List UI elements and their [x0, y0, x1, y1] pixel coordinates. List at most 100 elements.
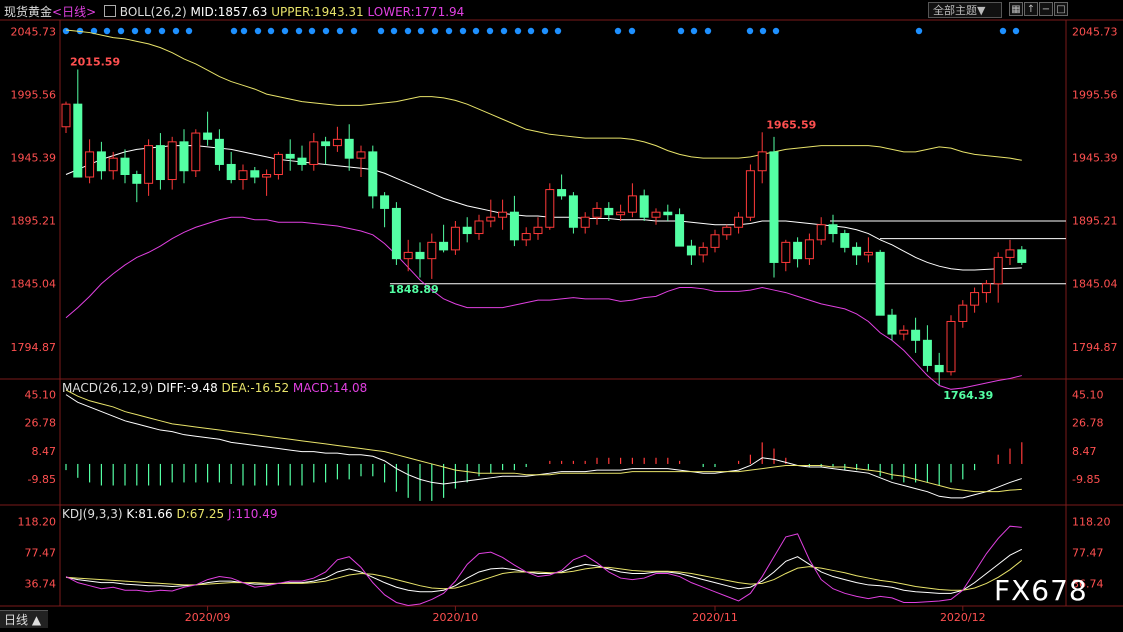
candle-body — [734, 216, 744, 228]
candle-body — [958, 304, 968, 322]
price-annotation: 1764.39 — [943, 389, 993, 402]
candle-body — [73, 103, 83, 178]
minus-icon[interactable]: − — [1039, 2, 1053, 16]
chart-canvas: 2045.73 2045.73 1995.56 1995.56 1945.39 1945.… — [0, 0, 1123, 628]
candle-body — [191, 132, 201, 172]
macd-name: MACD(26,12,9) — [62, 381, 154, 395]
kdj-j-line — [65, 525, 1022, 607]
macd-header: MACD(26,12,9) DIFF:-9.48 DEA:-16.52 MACD… — [62, 381, 367, 395]
price-annotation: 2015.59 — [70, 56, 120, 69]
price-tick-left: 1794.87 — [11, 341, 57, 354]
signal-dot — [172, 27, 180, 35]
candle-body — [203, 132, 213, 140]
candle-body — [651, 211, 661, 218]
signal-dot — [350, 27, 358, 35]
chart-svg: 2045.73 2045.73 1995.56 1995.56 1945.39 1945.… — [0, 19, 1123, 624]
candle-body — [498, 211, 508, 218]
signal-dot — [158, 27, 166, 35]
theme-select-button[interactable]: 全部主题▼ — [928, 2, 1002, 18]
boll-mid-line — [65, 145, 1022, 271]
signal-dot — [1012, 27, 1020, 35]
candle-body — [321, 141, 331, 147]
candle-body — [580, 216, 590, 228]
signal-dot — [628, 27, 636, 35]
signal-dot — [322, 27, 330, 35]
signal-dot — [690, 27, 698, 35]
candle-body — [852, 246, 862, 256]
candle-body — [96, 151, 106, 172]
candle-body — [474, 220, 484, 235]
candle-body — [899, 329, 909, 335]
up-arrow-icon[interactable]: ↑ — [1024, 2, 1038, 16]
signal-dot — [254, 27, 262, 35]
price-tick-right: 1945.39 — [1072, 152, 1118, 165]
macd-tick-left: 26.78 — [25, 417, 57, 430]
candle-body — [686, 245, 696, 256]
price-annotation: 1848.89 — [389, 283, 439, 296]
kdj-tick-right: 118.20 — [1072, 515, 1111, 528]
x-tick-label: 2020/09 — [185, 611, 231, 624]
signal-dot — [486, 27, 494, 35]
candle-body — [981, 283, 991, 294]
candle-body — [616, 211, 626, 216]
candle-body — [592, 207, 602, 218]
candle-body — [946, 320, 956, 373]
kdj-k: K:81.66 — [126, 507, 173, 521]
signal-dot — [103, 27, 111, 35]
kdj-k-line — [65, 548, 1023, 594]
candle-body — [486, 216, 496, 222]
candle-body — [309, 141, 319, 165]
candle-body — [439, 241, 449, 251]
candle-body — [155, 145, 165, 181]
candle-body — [380, 195, 390, 209]
price-tick-left: 1945.39 — [11, 152, 57, 165]
candle-body — [533, 226, 543, 235]
tab-daily[interactable]: 日线 ▲ — [0, 610, 48, 628]
instrument-name[interactable]: 现货黄金 — [4, 5, 52, 19]
x-tick-label: 2020/10 — [433, 611, 479, 624]
candle-body — [1017, 249, 1027, 263]
boll-icon — [103, 5, 116, 17]
price-tick-left: 1895.21 — [11, 215, 57, 228]
candle-body — [238, 170, 248, 181]
candle-body — [875, 251, 885, 316]
signal-dot — [704, 27, 712, 35]
candle-body — [710, 234, 720, 248]
candle-body — [108, 157, 118, 172]
signal-dot — [417, 27, 425, 35]
candle-body — [297, 157, 307, 165]
grid-icon[interactable]: ▦ — [1009, 2, 1023, 16]
macd-tick-right: 8.47 — [1072, 445, 1097, 458]
signal-dot — [267, 27, 275, 35]
candle-body — [344, 138, 354, 159]
watermark-logo: FX678 — [994, 574, 1088, 607]
candle-body — [250, 170, 260, 178]
signal-dot — [404, 27, 412, 35]
candle-body — [285, 153, 295, 159]
macd-value: MACD:14.08 — [292, 381, 368, 395]
candle-body — [840, 233, 850, 248]
price-tick-right: 2045.73 — [1072, 26, 1118, 39]
signal-dot — [281, 27, 289, 35]
candle-body — [970, 292, 980, 306]
x-tick-label: 2020/11 — [692, 611, 738, 624]
kdj-d: D:67.25 — [176, 507, 225, 521]
candle-body — [450, 226, 460, 251]
window-icon[interactable]: □ — [1054, 2, 1068, 16]
kdj-tick-left: 118.20 — [18, 515, 57, 528]
candle-body — [179, 141, 189, 172]
signal-dot — [377, 27, 385, 35]
period-label[interactable]: <日线> — [52, 5, 96, 19]
price-tick-right: 1845.04 — [1072, 278, 1118, 291]
kdj-tick-right: 77.47 — [1072, 547, 1104, 560]
macd-tick-left: -9.85 — [28, 473, 56, 486]
boll-upper: UPPER:1943.31 — [271, 5, 364, 19]
candle-body — [214, 138, 224, 165]
signal-dot — [677, 27, 685, 35]
candle-body — [757, 151, 767, 172]
candle-body — [911, 329, 921, 341]
signal-dot — [230, 27, 238, 35]
signal-dot — [772, 27, 780, 35]
candle-body — [816, 224, 826, 241]
x-tick-label: 2020/12 — [940, 611, 986, 624]
